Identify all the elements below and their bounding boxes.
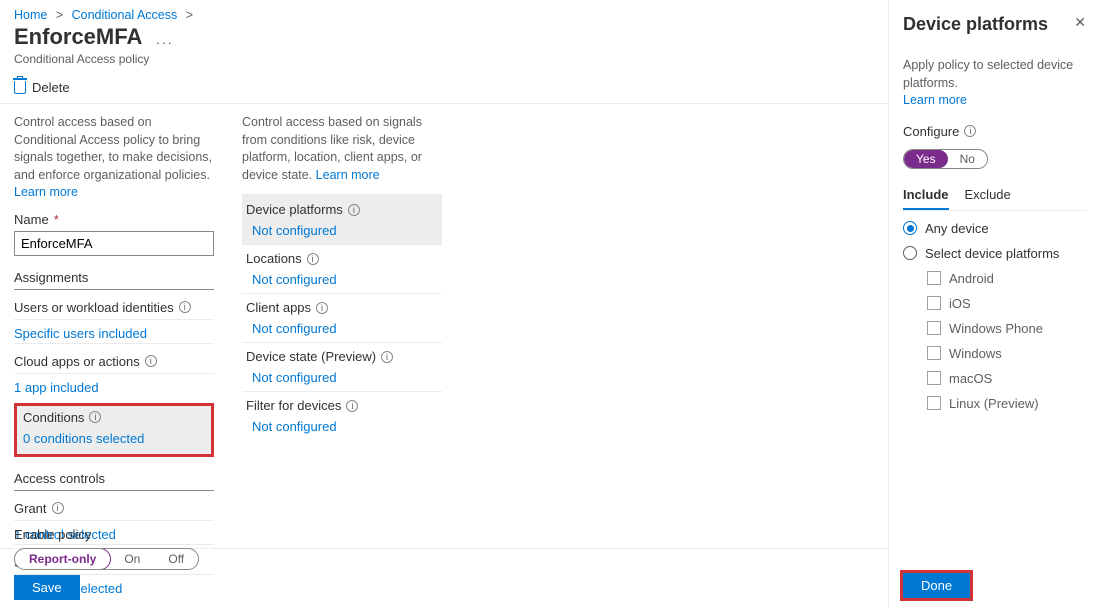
middle-column: Control access based on signals from con… [242, 114, 442, 572]
assignments-heading: Assignments [14, 270, 214, 290]
users-value[interactable]: Specific users included [14, 326, 147, 341]
save-button[interactable]: Save [14, 575, 80, 600]
users-label[interactable]: Users or workload identitiesi [14, 300, 214, 320]
access-controls-heading: Access controls [14, 471, 214, 491]
tab-exclude[interactable]: Exclude [965, 187, 1011, 210]
tab-include[interactable]: Include [903, 187, 949, 210]
name-input[interactable] [14, 231, 214, 256]
enable-policy: Enable policy Report-only On Off [14, 527, 199, 570]
panel-title: Device platforms [903, 14, 1086, 35]
breadcrumb-home[interactable]: Home [14, 8, 47, 22]
platform-label: Linux (Preview) [949, 396, 1039, 411]
learn-more-link[interactable]: Learn more [903, 93, 967, 107]
radio-icon[interactable] [903, 221, 917, 235]
platform-label: Android [949, 271, 994, 286]
platform-label: iOS [949, 296, 971, 311]
chevron-right-icon: > [56, 8, 63, 22]
filter-devices-item[interactable]: Filter for devicesi Not configured [242, 391, 442, 440]
trash-icon [14, 81, 26, 94]
toggle-off[interactable]: Off [154, 549, 198, 569]
delete-button[interactable]: Delete [14, 80, 70, 95]
checkbox-icon[interactable] [927, 396, 941, 410]
platform-label: Windows Phone [949, 321, 1043, 336]
delete-label: Delete [32, 80, 70, 95]
panel-description: Apply policy to selected device platform… [903, 57, 1086, 110]
radio-icon[interactable] [903, 246, 917, 260]
toggle-yes[interactable]: Yes [904, 150, 948, 168]
left-column: Control access based on Conditional Acce… [14, 114, 214, 572]
close-icon[interactable]: ✕ [1074, 14, 1086, 31]
checkbox-icon[interactable] [927, 346, 941, 360]
info-icon[interactable]: i [307, 253, 319, 265]
conditions-item[interactable]: Conditionsi 0 conditions selected [14, 403, 214, 457]
grant-label[interactable]: Granti [14, 501, 214, 521]
done-button[interactable]: Done [903, 573, 970, 598]
checkbox-icon[interactable] [927, 371, 941, 385]
breadcrumb-conditional-access[interactable]: Conditional Access [72, 8, 178, 22]
apps-label[interactable]: Cloud apps or actionsi [14, 354, 214, 374]
device-state-item[interactable]: Device state (Preview)i Not configured [242, 342, 442, 391]
info-icon[interactable]: i [145, 355, 157, 367]
client-apps-item[interactable]: Client appsi Not configured [242, 293, 442, 342]
info-icon[interactable]: i [348, 204, 360, 216]
platform-checkbox[interactable]: Linux (Preview) [927, 396, 1086, 411]
locations-item[interactable]: Locationsi Not configured [242, 244, 442, 293]
page-title: EnforceMFA [14, 24, 142, 50]
learn-more-link[interactable]: Learn more [14, 185, 78, 199]
info-icon[interactable]: i [964, 125, 976, 137]
toggle-report-only[interactable]: Report-only [14, 548, 111, 570]
apps-value[interactable]: 1 app included [14, 380, 99, 395]
platform-checkbox[interactable]: Windows Phone [927, 321, 1086, 336]
configure-label: Configurei [903, 124, 1086, 139]
platform-checkbox[interactable]: Windows [927, 346, 1086, 361]
conditions-value[interactable]: 0 conditions selected [23, 431, 205, 446]
name-label: Name* [14, 212, 214, 227]
policy-description: Control access based on Conditional Acce… [14, 114, 214, 202]
info-icon[interactable]: i [52, 502, 64, 514]
platform-label: macOS [949, 371, 992, 386]
device-platforms-panel: Device platforms ✕ Apply policy to selec… [888, 0, 1100, 608]
platform-checkbox[interactable]: iOS [927, 296, 1086, 311]
chevron-right-icon: > [186, 8, 193, 22]
checkbox-icon[interactable] [927, 296, 941, 310]
info-icon[interactable]: i [316, 302, 328, 314]
more-icon[interactable]: ... [156, 31, 174, 47]
info-icon[interactable]: i [179, 301, 191, 313]
toggle-on[interactable]: On [110, 549, 154, 569]
toggle-no[interactable]: No [948, 150, 987, 168]
learn-more-link[interactable]: Learn more [316, 168, 380, 182]
info-icon[interactable]: i [381, 351, 393, 363]
platform-checkbox[interactable]: macOS [927, 371, 1086, 386]
platform-label: Windows [949, 346, 1002, 361]
radio-any-device[interactable]: Any device [903, 221, 1086, 236]
platform-checkbox[interactable]: Android [927, 271, 1086, 286]
radio-select-platforms[interactable]: Select device platforms [903, 246, 1086, 261]
checkbox-icon[interactable] [927, 271, 941, 285]
enable-policy-toggle[interactable]: Report-only On Off [14, 548, 199, 570]
device-platforms-item[interactable]: Device platformsi Not configured [242, 195, 442, 244]
info-icon[interactable]: i [346, 400, 358, 412]
checkbox-icon[interactable] [927, 321, 941, 335]
include-exclude-tabs: Include Exclude [903, 187, 1086, 211]
info-icon[interactable]: i [89, 411, 101, 423]
conditions-description: Control access based on signals from con… [242, 114, 442, 184]
configure-toggle[interactable]: Yes No [903, 149, 988, 169]
